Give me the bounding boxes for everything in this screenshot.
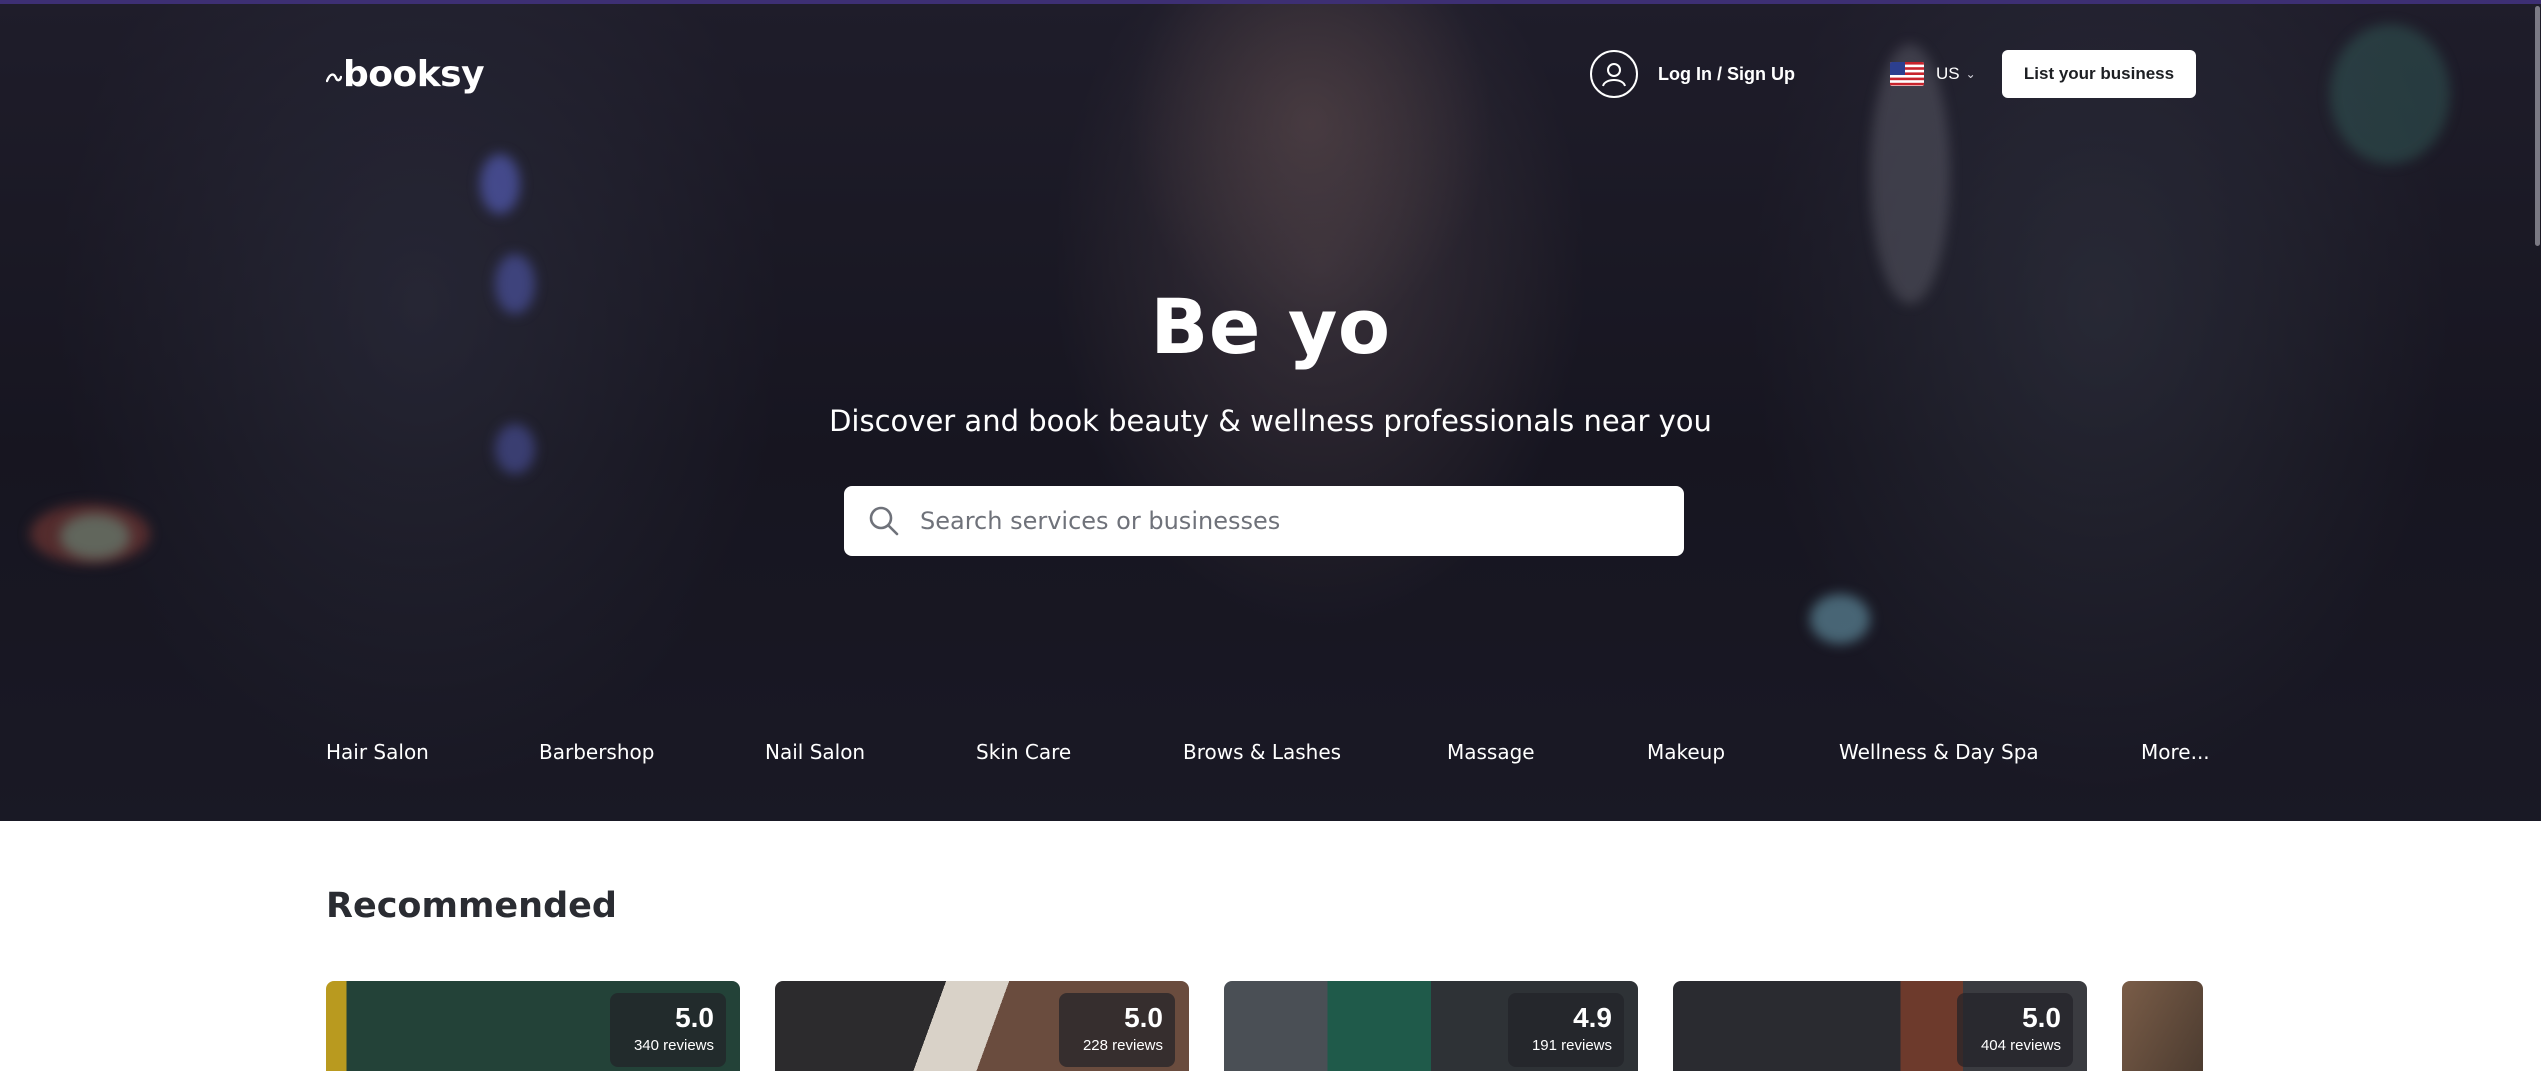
list-your-business-button[interactable]: List your business: [2002, 50, 2196, 98]
user-circle-icon: [1590, 50, 1638, 98]
rating-score: 5.0: [675, 1002, 714, 1033]
category-massage[interactable]: Massage: [1447, 740, 1535, 764]
rating-badge: 5.0 404 reviews: [1957, 993, 2073, 1067]
review-count: 191 reviews: [1531, 1037, 1612, 1054]
page-scrollbar[interactable]: [2533, 0, 2541, 1071]
hero-banner: booksy Log In / Sign Up US ⌄ List your b…: [0, 0, 2541, 821]
login-signup-link[interactable]: Log In / Sign Up: [1590, 48, 1795, 100]
rating-badge: 5.0 228 reviews: [1059, 993, 1175, 1067]
bokeh-light: [2330, 24, 2450, 164]
recommended-card[interactable]: [2122, 981, 2203, 1071]
rating-badge: 5.0 340 reviews: [610, 993, 726, 1067]
review-count: 340 reviews: [633, 1037, 714, 1054]
scrollbar-thumb[interactable]: [2535, 6, 2540, 246]
category-skin-care[interactable]: Skin Care: [976, 740, 1071, 764]
category-nav: Hair Salon Barbershop Nail Salon Skin Ca…: [326, 740, 2210, 772]
recommended-card[interactable]: 4.9 191 reviews: [1224, 981, 1638, 1071]
login-label: Log In / Sign Up: [1658, 63, 1795, 84]
category-nail-salon[interactable]: Nail Salon: [765, 740, 865, 764]
booksy-logo[interactable]: booksy: [326, 52, 485, 96]
bokeh-light: [1810, 594, 1870, 644]
logo-text: booksy: [343, 53, 485, 95]
recommended-card[interactable]: 5.0 404 reviews: [1673, 981, 2087, 1071]
booksy-swoosh-icon: [326, 73, 342, 83]
hero-headline: Be yo: [1150, 282, 1391, 371]
search-input[interactable]: [920, 496, 1640, 546]
recommended-card[interactable]: 5.0 340 reviews: [326, 981, 740, 1071]
bokeh-light: [480, 154, 520, 214]
review-count: 228 reviews: [1082, 1037, 1163, 1054]
bokeh-light: [60, 514, 130, 559]
search-bar[interactable]: [844, 486, 1684, 556]
recommended-card[interactable]: 5.0 228 reviews: [775, 981, 1189, 1071]
search-icon: [869, 506, 899, 536]
rating-score: 4.9: [1573, 1002, 1612, 1033]
rating-badge: 4.9 191 reviews: [1508, 993, 1624, 1067]
us-flag-icon: [1890, 62, 1924, 86]
rating-score: 5.0: [2022, 1002, 2061, 1033]
country-code: US: [1936, 64, 1960, 83]
rating-score: 5.0: [1124, 1002, 1163, 1033]
category-brows-lashes[interactable]: Brows & Lashes: [1183, 740, 1341, 764]
category-wellness-day-spa[interactable]: Wellness & Day Spa: [1839, 740, 2039, 764]
review-count: 404 reviews: [1980, 1037, 2061, 1054]
category-makeup[interactable]: Makeup: [1647, 740, 1725, 764]
recommended-carousel: 5.0 340 reviews 5.0 228 reviews 4.9 191 …: [326, 981, 2203, 1071]
category-barbershop[interactable]: Barbershop: [539, 740, 654, 764]
hero-subheadline: Discover and book beauty & wellness prof…: [829, 404, 1712, 438]
category-hair-salon[interactable]: Hair Salon: [326, 740, 429, 764]
chevron-down-icon: ⌄: [1965, 67, 1976, 81]
category-more[interactable]: More...: [2141, 740, 2210, 764]
country-selector[interactable]: US ⌄: [1890, 58, 1976, 90]
recommended-title: Recommended: [326, 886, 617, 926]
